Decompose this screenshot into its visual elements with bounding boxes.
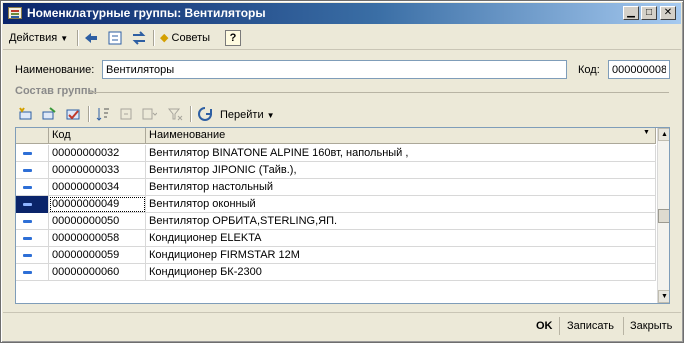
add-item-icon[interactable] [17,106,33,122]
row-code: 00000000032 [49,145,146,162]
row-code: 00000000034 [49,179,146,196]
copy-item-icon[interactable] [41,106,57,122]
goto-menu[interactable]: Перейти ▼ [220,106,275,124]
row-name: Кондиционер FIRMSTAR 12M [146,247,656,264]
code-input[interactable] [608,60,670,79]
row-icon-cell [16,213,49,230]
refresh-icon[interactable] [107,30,123,46]
table-row[interactable]: 00000000033 Вентилятор JIPONIC (Тайв.), [16,162,656,179]
toolbar-separator [190,106,192,122]
window-title: Номенклатурные группы: Вентиляторы [27,6,266,20]
advice-icon: ◆ [160,32,169,44]
item-icon [23,220,32,223]
advice-label: Советы [171,32,211,44]
group-title: Состав группы [15,85,97,97]
hierarchy-icon[interactable] [141,106,158,122]
table-row[interactable]: 00000000050 Вентилятор ОРБИТА,STERLING,ЯП… [16,213,656,230]
row-name: Вентилятор оконный [146,196,656,213]
header-name[interactable]: Наименование [146,128,656,144]
row-code: 00000000033 [49,162,146,179]
catalog-icon [8,7,22,19]
scrollbar-thumb[interactable] [658,209,669,223]
minimize-button[interactable]: ▁ [623,6,639,20]
footer-divider [3,312,681,313]
row-code: 00000000060 [49,264,146,281]
title-bar[interactable]: Номенклатурные группы: Вентиляторы ▁ □ ✕ [3,3,681,24]
row-icon-cell [16,196,49,213]
actions-menu[interactable]: Действия ▼ [9,29,68,47]
sort-arrow-icon[interactable]: ▼ [643,129,650,136]
item-icon [23,152,32,155]
maximize-button[interactable]: □ [641,6,657,20]
table-row[interactable]: 00000000034 Вентилятор настольный [16,179,656,196]
row-icon-cell [16,179,49,196]
table-header: Код Наименование ▼ [16,128,656,144]
group-divider [89,92,669,93]
row-code: 00000000049 [49,196,146,213]
dropdown-arrow-icon: ▼ [266,111,275,120]
move-item-icon[interactable] [118,106,134,122]
go-back-icon[interactable] [83,30,99,46]
item-icon [23,169,32,172]
header-code[interactable]: Код [49,128,146,144]
help-button[interactable]: ? [225,30,241,46]
row-icon-cell [16,247,49,264]
item-icon [23,254,32,257]
table-row[interactable]: 00000000049 Вентилятор оконный [16,196,656,213]
switch-view-icon[interactable] [131,30,147,46]
close-button[interactable]: Закрыть [630,316,672,336]
toolbar-separator [153,30,155,46]
row-name: Вентилятор BINATONE ALPINE 160вт, наполь… [146,145,656,162]
sort-icon[interactable] [95,106,111,122]
row-code: 00000000059 [49,247,146,264]
row-name: Кондиционер ELEKTA [146,230,656,247]
row-icon-cell [16,230,49,247]
group-toolbar: Перейти ▼ [15,104,675,126]
ok-button[interactable]: OK [536,316,553,336]
row-name: Кондиционер БК-2300 [146,264,656,281]
row-icon-cell [16,145,49,162]
toolbar-separator [88,106,90,122]
row-icon-cell [16,264,49,281]
dropdown-arrow-icon: ▼ [60,34,69,43]
filter-off-icon[interactable] [167,106,183,122]
group-items-table[interactable]: Код Наименование ▼ 00000000032 Вентилятор… [15,127,670,304]
table-row[interactable]: 00000000032 Вентилятор BINATONE ALPINE 16… [16,145,656,162]
refresh-list-icon[interactable] [197,106,213,122]
goto-label: Перейти [220,109,264,121]
row-code: 00000000050 [49,213,146,230]
header-icon-column [16,128,49,144]
dialog-window: Номенклатурные группы: Вентиляторы ▁ □ ✕… [0,0,684,343]
edit-item-icon[interactable] [65,106,81,122]
toolbar-separator [77,30,79,46]
scroll-up-icon[interactable]: ▲ [658,128,669,141]
form-toolbar: Действия ▼ ◆ Советы ? [3,26,681,50]
item-icon [23,237,32,240]
row-name: Вентилятор настольный [146,179,656,196]
row-code: 00000000058 [49,230,146,247]
table-row[interactable]: 00000000059 Кондиционер FIRMSTAR 12M [16,247,656,264]
row-name: Вентилятор JIPONIC (Тайв.), [146,162,656,179]
item-icon [23,186,32,189]
footer-separator [623,317,624,335]
name-label: Наименование: [15,64,95,76]
scroll-down-icon[interactable]: ▼ [658,290,669,303]
close-window-button[interactable]: ✕ [660,6,676,20]
vertical-scrollbar[interactable]: ▲ ▼ [657,128,669,303]
item-icon [23,203,32,206]
actions-menu-label: Действия [9,32,58,44]
item-icon [23,271,32,274]
code-label: Код: [578,64,600,76]
footer-separator [559,317,560,335]
row-name: Вентилятор ОРБИТА,STERLING,ЯП. [146,213,656,230]
table-row[interactable]: 00000000060 Кондиционер БК-2300 [16,264,656,281]
row-icon-cell [16,162,49,179]
name-input[interactable] [102,60,567,79]
save-button[interactable]: Записать [567,316,614,336]
table-row[interactable]: 00000000058 Кондиционер ELEKTA [16,230,656,247]
advice-button[interactable]: ◆ Советы [160,29,210,47]
